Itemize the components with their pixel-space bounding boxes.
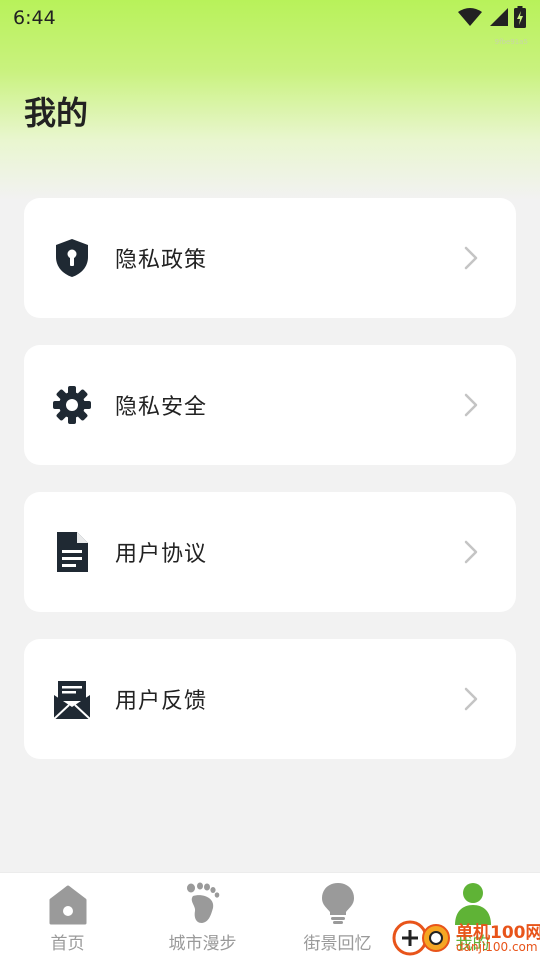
menu-item-label: 用户协议 [115, 542, 208, 567]
nav-label: 街景回忆 [303, 934, 372, 954]
status-icons [458, 6, 526, 28]
chevron-right-icon [464, 246, 478, 270]
status-time: 6:44 [13, 7, 56, 29]
lightbulb-icon [322, 883, 354, 924]
document-icon [57, 532, 88, 572]
mail-feedback-icon [53, 681, 91, 719]
chevron-right-icon [464, 393, 478, 417]
menu-item-label: 用户反馈 [115, 689, 208, 714]
nav-label: 首页 [50, 934, 85, 954]
nav-label: 城市漫步 [168, 934, 237, 954]
chevron-right-icon [464, 540, 478, 564]
watermark-badge-icon [392, 920, 450, 956]
page-title: 我的 [24, 94, 89, 132]
nav-item-city-walk[interactable]: 城市漫步 [135, 873, 270, 961]
menu-item-privacy-security[interactable]: 隐私安全 [24, 345, 516, 465]
menu-item-user-feedback[interactable]: 用户反馈 [24, 639, 516, 759]
watermark-logo: 单机100网 danji100.com [392, 916, 540, 960]
menu-item-label: 隐私政策 [115, 248, 208, 273]
footprint-icon [187, 882, 220, 923]
wifi-icon [458, 8, 482, 26]
signal-icon [490, 8, 508, 26]
chevron-right-icon [464, 687, 478, 711]
home-icon [49, 885, 87, 925]
menu-item-user-agreement[interactable]: 用户协议 [24, 492, 516, 612]
build-tag: 9fbe91a5 [494, 38, 528, 46]
gear-icon [53, 386, 91, 424]
battery-icon [514, 6, 526, 28]
menu-item-privacy-policy[interactable]: 隐私政策 [24, 198, 516, 318]
watermark-subtext: danji100.com [456, 940, 538, 954]
nav-item-street-memories[interactable]: 街景回忆 [270, 873, 405, 961]
menu-item-label: 隐私安全 [115, 395, 208, 420]
shield-lock-icon [56, 239, 88, 277]
status-bar: 6:44 [0, 0, 540, 36]
nav-item-home[interactable]: 首页 [0, 873, 135, 961]
